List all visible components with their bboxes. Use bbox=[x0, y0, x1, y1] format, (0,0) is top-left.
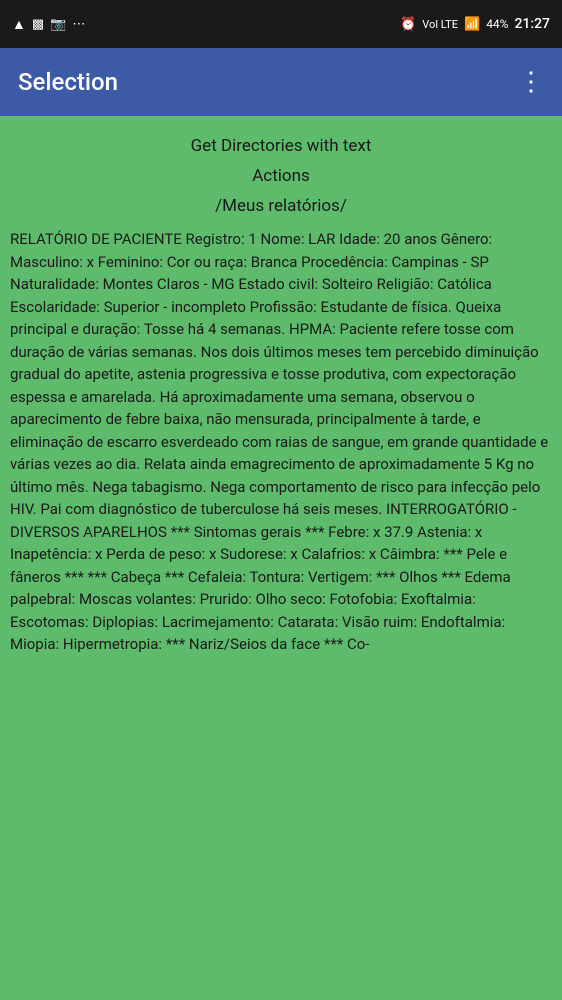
alarm-icon: ⏰ bbox=[400, 17, 416, 32]
main-content: Get Directories with text Actions /Meus … bbox=[0, 116, 562, 1000]
battery-label: 44% bbox=[486, 17, 508, 31]
directories-label: Get Directories with text bbox=[10, 136, 552, 156]
report-text: RELATÓRIO DE PACIENTE Registro: 1 Nome: … bbox=[10, 228, 552, 656]
sim-icon: ▲ bbox=[12, 16, 26, 33]
wifi-icon: 📶 bbox=[464, 17, 480, 32]
status-time: 21:27 bbox=[514, 16, 550, 32]
status-left-icons: ▲ ▩ 📷 ⋯ bbox=[12, 16, 85, 33]
meus-label: /Meus relatórios/ bbox=[10, 196, 552, 216]
network-label: Vol LTE bbox=[422, 18, 458, 31]
overflow-menu-icon[interactable]: ⋮ bbox=[518, 69, 544, 95]
app-title: Selection bbox=[18, 68, 118, 96]
more-icon: ⋯ bbox=[72, 17, 85, 32]
screen-icon: ▩ bbox=[32, 17, 44, 32]
status-bar: ▲ ▩ 📷 ⋯ ⏰ Vol LTE 📶 44% 21:27 bbox=[0, 0, 562, 48]
image-icon: 📷 bbox=[50, 17, 66, 32]
actions-label: Actions bbox=[10, 166, 552, 186]
app-bar: Selection ⋮ bbox=[0, 48, 562, 116]
status-right-icons: ⏰ Vol LTE 📶 44% 21:27 bbox=[400, 16, 550, 32]
